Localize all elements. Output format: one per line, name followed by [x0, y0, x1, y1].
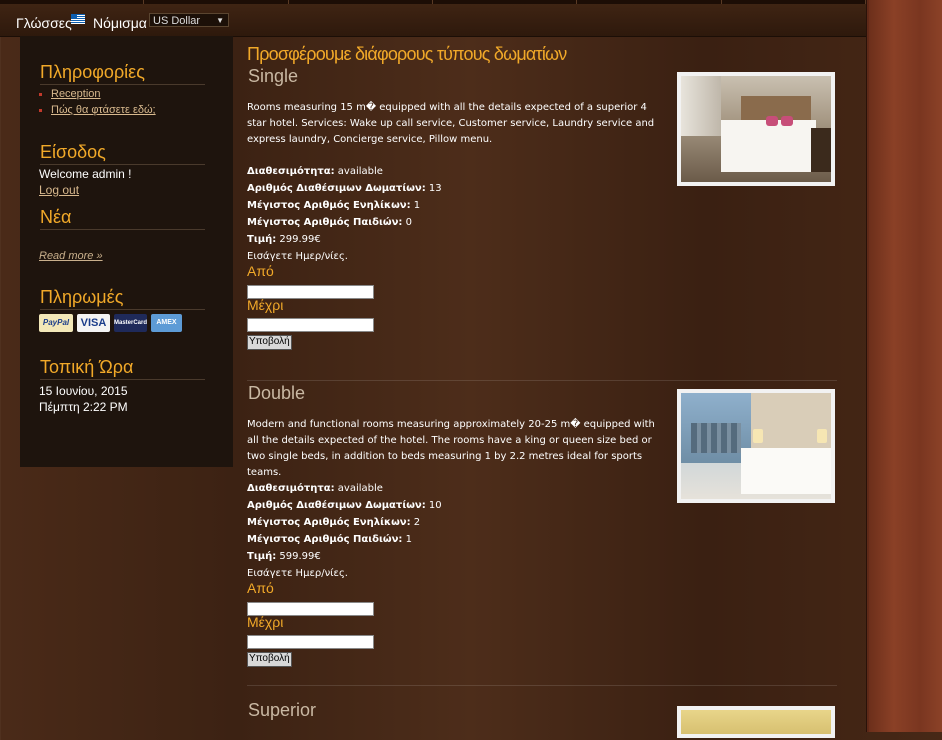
- local-time-title: Τοπική Ώρα: [40, 357, 205, 380]
- room-card-double: Double Modern and functional rooms measu…: [247, 383, 842, 703]
- max-adults-row: Μέγιστος Αριθμός Ενηλίκων: 2: [247, 517, 420, 528]
- max-children-value: 1: [405, 534, 412, 545]
- currency-label: Νόμισμα: [93, 15, 147, 31]
- max-children-row: Μέγιστος Αριθμός Παιδιών: 0: [247, 217, 412, 228]
- submit-button[interactable]: Υποβολή: [247, 652, 292, 667]
- price-label: Τιμή:: [247, 234, 277, 245]
- max-adults-row: Μέγιστος Αριθμός Ενηλίκων: 1: [247, 200, 420, 211]
- to-date-input[interactable]: [247, 635, 374, 649]
- rooms-available-label: Αριθμός Διαθέσιμων Δωματίων:: [247, 500, 426, 511]
- rooms-available-value: 10: [428, 500, 442, 511]
- room-photo-superior: [677, 706, 835, 738]
- availability-label: Διαθεσιμότητα:: [247, 166, 335, 177]
- availability-row: Διαθεσιμότητα: available: [247, 483, 383, 494]
- local-date: 15 Ιουνίου, 2015: [39, 384, 128, 398]
- rooms-available-value: 13: [428, 183, 442, 194]
- visa-icon: VISA: [77, 314, 110, 332]
- room-name: Single: [248, 66, 299, 86]
- read-more-link[interactable]: Read more »: [39, 250, 103, 262]
- info-title: Πληροφορίες: [40, 62, 205, 85]
- mastercard-icon: MasterCard: [114, 314, 147, 332]
- rooms-available-row: Αριθμός Διαθέσιμων Δωματίων: 13: [247, 183, 442, 194]
- currency-selected-value: US Dollar: [153, 15, 201, 27]
- enter-dates-label: Εισάγετε Ημερ/νίες.: [247, 251, 348, 262]
- max-children-row: Μέγιστος Αριθμός Παιδιών: 1: [247, 534, 412, 545]
- room-name: Superior: [248, 700, 317, 720]
- max-children-value: 0: [405, 217, 412, 228]
- rooms-available-label: Αριθμός Διαθέσιμων Δωματίων:: [247, 183, 426, 194]
- submit-button[interactable]: Υποβολή: [247, 335, 292, 350]
- availability-value: available: [337, 166, 383, 177]
- price-row: Τιμή: 299.99€: [247, 234, 321, 245]
- max-children-label: Μέγιστος Αριθμός Παιδιών:: [247, 534, 403, 545]
- rooms-available-row: Αριθμός Διαθέσιμων Δωματίων: 10: [247, 500, 442, 511]
- max-adults-value: 1: [413, 200, 421, 211]
- languages-label: Γλώσσες: [16, 15, 72, 31]
- currency-select[interactable]: US Dollar ▼: [149, 13, 229, 27]
- page-heading: Προσφέρουμε διάφορους τύπους δωματίων: [247, 44, 567, 64]
- max-adults-value: 2: [413, 517, 421, 528]
- sidebar-link-directions[interactable]: Πώς θα φτάσετε εδώ;: [51, 104, 156, 116]
- to-label: Μέχρι: [247, 297, 284, 313]
- sidebar-link-reception[interactable]: Reception: [51, 88, 101, 100]
- right-wood-panel: [866, 0, 942, 732]
- greek-flag-icon[interactable]: [71, 14, 85, 24]
- room-divider: [247, 380, 837, 381]
- paypal-icon: PayPal: [39, 314, 73, 332]
- price-value: 599.99€: [279, 551, 321, 562]
- room-description: Rooms measuring 15 m� equipped with all …: [247, 102, 655, 145]
- welcome-text: Welcome admin !: [39, 167, 132, 181]
- price-label: Τιμή:: [247, 551, 277, 562]
- room-card-single: Single Rooms measuring 15 m� equipped wi…: [247, 66, 842, 386]
- news-title: Νέα: [40, 207, 205, 230]
- enter-dates-label: Εισάγετε Ημερ/νίες.: [247, 568, 348, 579]
- max-children-label: Μέγιστος Αριθμός Παιδιών:: [247, 217, 403, 228]
- from-label: Από: [247, 580, 274, 596]
- login-title: Είσοδος: [40, 142, 205, 165]
- from-label: Από: [247, 263, 274, 279]
- top-bar: Γλώσσες Νόμισμα US Dollar ▼: [0, 4, 866, 37]
- bullet-icon: [39, 93, 42, 96]
- room-description: Modern and functional rooms measuring ap…: [247, 419, 655, 478]
- amex-icon: AMEX: [151, 314, 182, 332]
- logout-link[interactable]: Log out: [39, 183, 79, 197]
- availability-label: Διαθεσιμότητα:: [247, 483, 335, 494]
- payments-title: Πληρωμές: [40, 287, 205, 310]
- room-name: Double: [248, 383, 306, 403]
- to-date-input[interactable]: [247, 318, 374, 332]
- max-adults-label: Μέγιστος Αριθμός Ενηλίκων:: [247, 517, 411, 528]
- room-photo-single: [677, 72, 835, 186]
- availability-value: available: [337, 483, 383, 494]
- price-row: Τιμή: 599.99€: [247, 551, 321, 562]
- chevron-down-icon: ▼: [216, 16, 224, 25]
- room-divider: [247, 685, 837, 686]
- price-value: 299.99€: [279, 234, 321, 245]
- room-card-superior: Superior: [247, 700, 842, 740]
- availability-row: Διαθεσιμότητα: available: [247, 166, 383, 177]
- max-adults-label: Μέγιστος Αριθμός Ενηλίκων:: [247, 200, 411, 211]
- to-label: Μέχρι: [247, 614, 284, 630]
- local-day-time: Πέμπτη 2:22 PM: [39, 400, 128, 414]
- sidebar: Πληροφορίες Reception Πώς θα φτάσετε εδώ…: [20, 36, 233, 467]
- bullet-icon: [39, 109, 42, 112]
- room-photo-double: [677, 389, 835, 503]
